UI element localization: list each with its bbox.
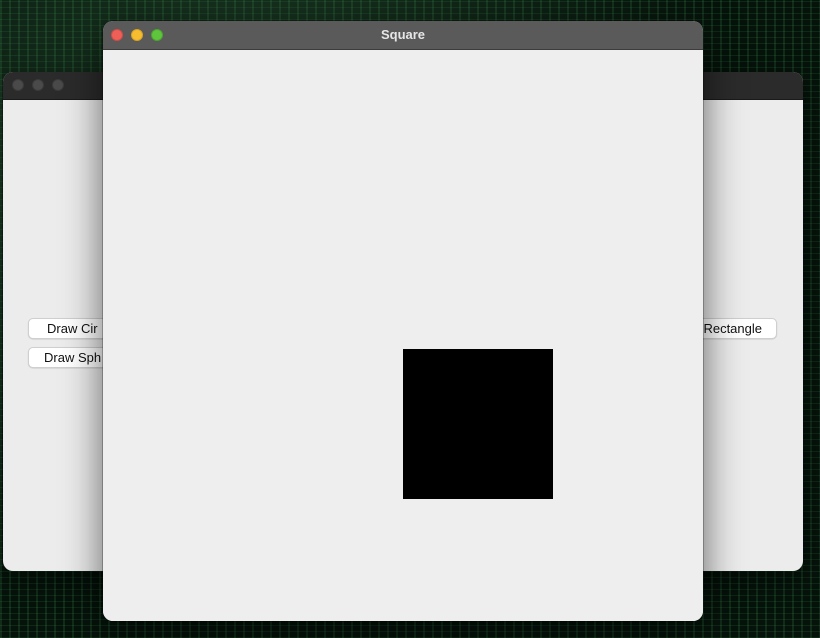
maximize-icon[interactable]	[52, 79, 64, 91]
minimize-icon[interactable]	[131, 29, 143, 41]
close-icon[interactable]	[111, 29, 123, 41]
square-window: Square	[103, 21, 703, 621]
window-title: Square	[380, 27, 426, 42]
maximize-icon[interactable]	[151, 29, 163, 41]
close-icon[interactable]	[12, 79, 24, 91]
square-shape	[403, 349, 553, 499]
background-window-controls	[12, 79, 64, 91]
square-window-titlebar[interactable]: Square	[103, 21, 703, 50]
drawing-canvas	[103, 50, 703, 621]
window-controls	[111, 29, 163, 41]
minimize-icon[interactable]	[32, 79, 44, 91]
